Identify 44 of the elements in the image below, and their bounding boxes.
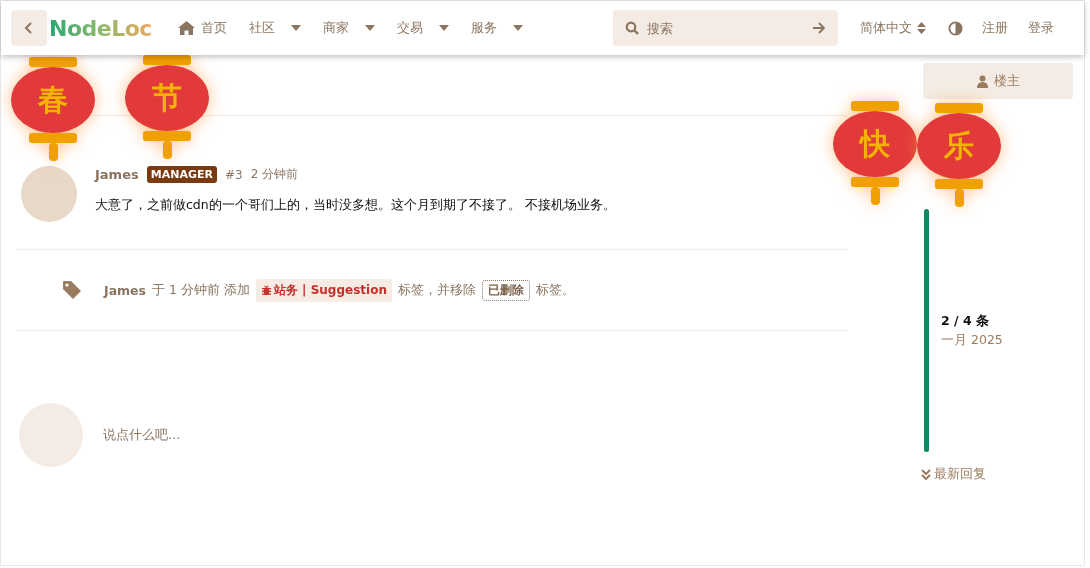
double-chevron-down-icon (921, 469, 931, 480)
op-button[interactable]: 楼主 (923, 63, 1073, 99)
scrollbar-handle[interactable] (924, 209, 929, 452)
auth-link[interactable]: 登录 (1028, 19, 1054, 37)
search-field[interactable]: 搜索 (613, 10, 838, 46)
tag-badge[interactable]: 站务 | Suggestion (255, 278, 392, 302)
caret-down-icon (438, 25, 449, 31)
latest-reply-link[interactable]: 最新回复 (921, 466, 1073, 483)
lantern-drawing: 春 (11, 57, 95, 161)
language-select[interactable]: 简体中文 (860, 19, 926, 37)
event-text: 标签。 (535, 281, 575, 299)
nav-menu[interactable]: 交易 (396, 19, 449, 37)
lantern-drawing: 节 (125, 55, 209, 159)
role-badge: MANAGER (146, 166, 217, 183)
home-link[interactable]: 首页 (177, 19, 227, 37)
tag-icon (62, 280, 82, 300)
event-text: 于 1 分钟前 添加 (152, 281, 250, 299)
contrast-icon[interactable] (948, 20, 963, 36)
search-icon (625, 21, 639, 35)
post-date: 一月 2025 (941, 331, 1003, 349)
post-position: 2 / 4 条 (941, 312, 991, 330)
home-icon (177, 21, 195, 35)
post-time[interactable]: 2 分钟前 (250, 166, 299, 183)
sort-icon (917, 22, 926, 34)
caret-down-icon (290, 25, 301, 31)
arrow-right-icon[interactable] (812, 22, 826, 34)
nav-menu[interactable]: 社区 (248, 19, 301, 37)
lantern-drawing: 乐 (917, 103, 1001, 207)
nav-menu[interactable]: 商家 (322, 19, 375, 37)
caret-down-icon (512, 25, 523, 31)
post-text: 大意了，之前做cdn的一个哥们上的，当时没多想。这个月到期了不接了。 不接机场业务。 (95, 197, 616, 214)
reply-prompt[interactable]: 说点什么吧... (103, 426, 181, 444)
lantern-drawing: 快 (833, 101, 917, 205)
author-name[interactable]: James (95, 167, 139, 182)
caret-down-icon (364, 25, 375, 31)
back-button[interactable] (11, 10, 47, 46)
user-icon (976, 74, 988, 88)
auth-link[interactable]: 注册 (982, 19, 1008, 37)
event-text: 标签，并移除 (397, 281, 476, 299)
author-link[interactable]: James (104, 282, 147, 298)
bug-icon (260, 284, 272, 296)
post-number[interactable]: #3 (224, 167, 243, 182)
nav-menu[interactable]: 服务 (470, 19, 523, 37)
chevron-left-icon (24, 21, 34, 35)
